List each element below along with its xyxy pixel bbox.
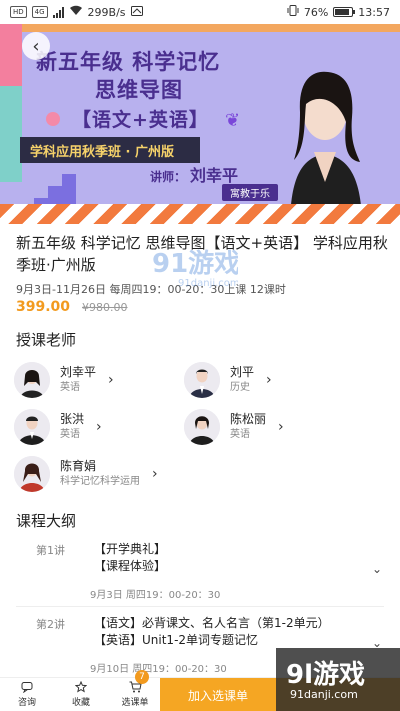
lesson-number: 第1讲	[36, 544, 65, 557]
lesson-line1: 【语文】必背课文、名人名言（第1-2单元）	[94, 616, 330, 630]
chevron-down-icon[interactable]: ⌄	[372, 562, 382, 576]
teacher-avatar	[184, 409, 220, 445]
banner-subtitle: 学科应用秋季班 · 广州版	[30, 144, 174, 160]
teacher-avatar	[14, 456, 50, 492]
hd-indicator: HD	[10, 6, 27, 18]
teacher-name: 刘幸平	[60, 365, 97, 379]
join-button-label: 加入选课单	[188, 688, 249, 703]
network-speed: 299B/s	[87, 5, 126, 19]
cart-tab[interactable]: 选课单 7	[111, 670, 159, 711]
lesson-line2: 【英语】Unit1-2单词专题记忆	[94, 633, 259, 647]
wifi-icon	[69, 5, 83, 19]
teacher-subject: 历史	[230, 382, 250, 393]
teacher-avatar	[14, 409, 50, 445]
battery-percent: 76%	[303, 5, 329, 19]
teachers-heading: 授课老师	[16, 331, 77, 349]
back-button[interactable]: ‹	[22, 32, 50, 60]
banner-left-stripe	[0, 22, 22, 182]
consult-tab[interactable]: 咨询	[3, 678, 51, 711]
divider	[16, 606, 384, 607]
course-schedule: 9月3日-11月26日 每周四19：00-20：30上课 12课时	[16, 283, 286, 296]
consult-label: 咨询	[17, 698, 36, 708]
butterfly-icon: ❦	[225, 110, 241, 131]
cart-label: 选课单	[121, 698, 149, 708]
notification-icon	[130, 5, 143, 19]
watermark-corner: 9l游戏 91danji.com	[276, 648, 400, 711]
banner-title-line2: 思维导图	[95, 78, 183, 102]
teacher-avatar	[14, 362, 50, 398]
banner-teacher-prefix: 讲师：	[150, 170, 187, 184]
lesson-line2: 【课程体验】	[94, 559, 167, 573]
teacher-portrait	[290, 71, 362, 224]
vibrate-icon	[287, 5, 299, 19]
teacher-avatar	[184, 362, 220, 398]
teacher-name: 刘平	[230, 365, 255, 379]
banner-title-line1: 新五年级 科学记忆	[36, 50, 221, 74]
banner-teacher-name: 刘幸平	[190, 166, 239, 185]
status-left: HD 4G 299B/s	[10, 5, 143, 19]
chevron-right-icon: ›	[278, 419, 284, 435]
banner-bottom-stripe	[0, 204, 400, 224]
battery-icon	[333, 7, 356, 17]
teacher-card[interactable]: 刘幸平 英语 ›	[14, 362, 114, 398]
chevron-right-icon: ›	[152, 466, 158, 482]
teacher-info: 陈松丽 英语	[230, 411, 266, 443]
lesson-time: 9月3日 周四19：00-20：30	[90, 590, 221, 601]
teacher-info: 刘平 历史	[230, 364, 254, 396]
teacher-card[interactable]: 陈松丽 英语 ›	[184, 409, 284, 445]
course-title: 新五年级 科学记忆 思维导图【语文+英语】 学科应用秋季班·广州版	[16, 234, 388, 274]
teacher-subject: 英语	[60, 382, 80, 393]
banner-title-line3: 【语文+英语】	[72, 109, 209, 131]
lesson-time: 9月10日 周四19：00-20：30	[90, 664, 227, 675]
teacher-info: 张洪 英语	[60, 411, 84, 443]
course-banner: ‹ 新五年级 科学记忆 思维导图 【语文+英语】 ❦ 学科应用秋季班 · 广州版…	[0, 22, 400, 224]
lesson-item[interactable]: 第1讲 【开学典礼】 【课程体验】 ⌄ 9月3日 周四19：00-20：30	[0, 540, 400, 601]
status-bar: HD 4G 299B/s 76% 13:57	[0, 0, 400, 24]
teacher-card[interactable]: 刘平 历史 ›	[184, 362, 272, 398]
clock: 13:57	[358, 5, 390, 19]
status-right: 76% 13:57	[287, 5, 390, 19]
banner-subtitle-bar: 学科应用秋季班 · 广州版	[20, 137, 200, 163]
teacher-info: 刘幸平 英语	[60, 364, 96, 396]
watermark-corner-logo: 9l游戏	[286, 660, 366, 690]
chevron-right-icon: ›	[266, 372, 272, 388]
cart-count-badge: 7	[135, 670, 149, 684]
flower-decoration	[46, 112, 60, 126]
teacher-subject: 科学记忆科学运用	[60, 476, 140, 487]
chevron-right-icon: ›	[108, 372, 114, 388]
lesson-line1: 【开学典礼】	[94, 542, 167, 556]
teacher-info: 陈育娟 科学记忆科学运用	[60, 458, 140, 490]
teacher-subject: 英语	[60, 429, 80, 440]
star-icon	[74, 680, 88, 695]
teacher-name: 陈育娟	[60, 459, 97, 473]
signal-icon	[52, 6, 64, 18]
teacher-name: 陈松丽	[230, 412, 267, 426]
original-price: ¥980.00	[82, 301, 128, 314]
teacher-card[interactable]: 张洪 英语 ›	[14, 409, 102, 445]
watermark-corner-url: 91danji.com	[290, 688, 358, 701]
chat-icon	[21, 681, 33, 695]
syllabus-heading: 课程大纲	[16, 512, 77, 530]
teacher-name: 张洪	[60, 412, 85, 426]
network-type: 4G	[31, 6, 48, 18]
chevron-right-icon: ›	[96, 419, 102, 435]
favorite-label: 收藏	[71, 698, 90, 708]
price-row: 399.00 ¥980.00	[16, 299, 128, 315]
chevron-left-icon: ‹	[32, 35, 40, 57]
course-price: 399.00	[16, 299, 71, 315]
lesson-number: 第2讲	[36, 618, 65, 631]
teacher-subject: 英语	[230, 429, 250, 440]
teacher-card[interactable]: 陈育娟 科学记忆科学运用 ›	[14, 456, 158, 492]
banner-teacher-tag: 讲师： 刘幸平	[150, 162, 238, 186]
favorite-tab[interactable]: 收藏	[57, 678, 105, 711]
